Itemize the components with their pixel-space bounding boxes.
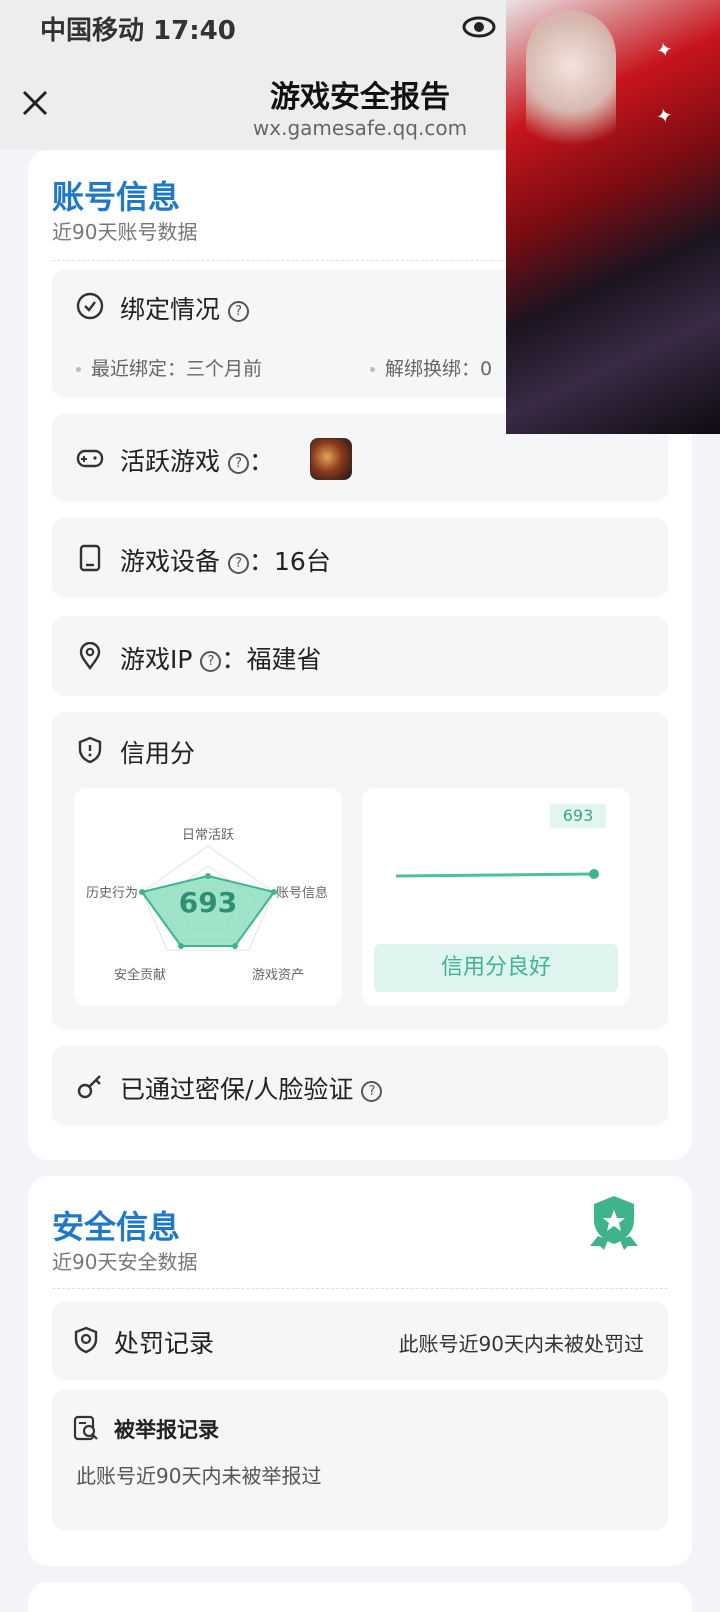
- divider: [52, 1288, 668, 1289]
- section-title: 账号信息: [52, 178, 181, 216]
- game-app-icon[interactable]: [310, 438, 352, 480]
- credit-score-row: 信用分 693 日常活跃 账号信息 游戏资产 安全贡献 历史行为 693 信用分…: [52, 712, 668, 1030]
- credit-score-label: 信用分: [120, 739, 196, 768]
- credit-status-button[interactable]: 信用分良好: [374, 944, 618, 992]
- verified-label: 已通过密保/人脸验证?: [120, 1070, 383, 1106]
- help-icon[interactable]: ?: [228, 552, 250, 574]
- ad-character: [526, 10, 616, 170]
- report-row: 被举报记录 此账号近90天内未被举报过: [52, 1390, 668, 1530]
- ip-row: 游戏IP? ：福建省: [52, 616, 668, 696]
- active-games-label: 活跃游戏?：: [120, 447, 275, 476]
- penalty-value: 此账号近90天内未被处罚过: [398, 1332, 644, 1356]
- ad-logo-bottom: ✦: [653, 102, 674, 130]
- game-ad-image[interactable]: ✦ ✦: [506, 0, 720, 434]
- security-info-card: 安全信息 近90天安全数据 处罚记录 此账号近90天内未被处罚过 被举报记录 此…: [28, 1176, 692, 1566]
- ad-logo-top: ✦: [653, 36, 674, 64]
- section-subtitle: 近90天安全数据: [52, 1250, 198, 1274]
- help-icon[interactable]: ?: [228, 300, 250, 322]
- section-subtitle: 近90天账号数据: [52, 220, 198, 244]
- radar-label-daily: 日常活跃: [182, 828, 235, 843]
- unbind-text: 解绑换绑：0: [370, 354, 492, 381]
- trend-chart-panel: 693 信用分良好: [362, 788, 630, 1006]
- shield-icon: [74, 1326, 98, 1354]
- radar-label-assets: 游戏资产: [252, 968, 305, 983]
- gamepad-icon: [76, 449, 104, 468]
- status-carrier-time: 中国移动 17:40: [40, 16, 236, 46]
- clock-check-icon: [76, 292, 104, 320]
- radar-label-account: 账号信息: [276, 886, 329, 901]
- eye-icon: [462, 16, 496, 38]
- section-title: 安全信息: [52, 1208, 181, 1246]
- ip-label: 游戏IP? ：福建省: [120, 645, 322, 674]
- shield-alert-icon: [78, 736, 102, 764]
- key-icon: [77, 1075, 101, 1099]
- penalty-label: 处罚记录: [114, 1329, 215, 1358]
- security-badge-icon: [590, 1196, 638, 1250]
- verified-row: 已通过密保/人脸验证?: [52, 1046, 668, 1126]
- report-label: 被举报记录: [114, 1418, 219, 1442]
- report-value: 此账号近90天内未被举报过: [76, 1464, 322, 1488]
- binding-label: 绑定情况?: [120, 290, 250, 326]
- help-icon[interactable]: ?: [200, 650, 222, 672]
- tablet-icon: [79, 544, 101, 572]
- radar-chart-panel: 693 日常活跃 账号信息 游戏资产 安全贡献 历史行为: [74, 788, 342, 1006]
- help-icon[interactable]: ?: [361, 1080, 383, 1102]
- devices-row: 游戏设备? ：16台: [52, 518, 668, 598]
- recent-bind-text: 最近绑定：三个月前: [76, 354, 262, 381]
- radar-score: 693: [178, 886, 238, 919]
- location-pin-icon: [79, 642, 101, 670]
- next-card: [28, 1582, 692, 1612]
- help-icon[interactable]: ?: [228, 452, 250, 474]
- radar-label-history: 历史行为: [86, 886, 139, 901]
- devices-label: 游戏设备? ：16台: [120, 547, 331, 576]
- radar-label-contribution: 安全贡献: [114, 968, 167, 983]
- search-document-icon: [73, 1415, 98, 1441]
- penalty-row: 处罚记录 此账号近90天内未被处罚过: [52, 1302, 668, 1380]
- trend-line-chart: [395, 869, 599, 879]
